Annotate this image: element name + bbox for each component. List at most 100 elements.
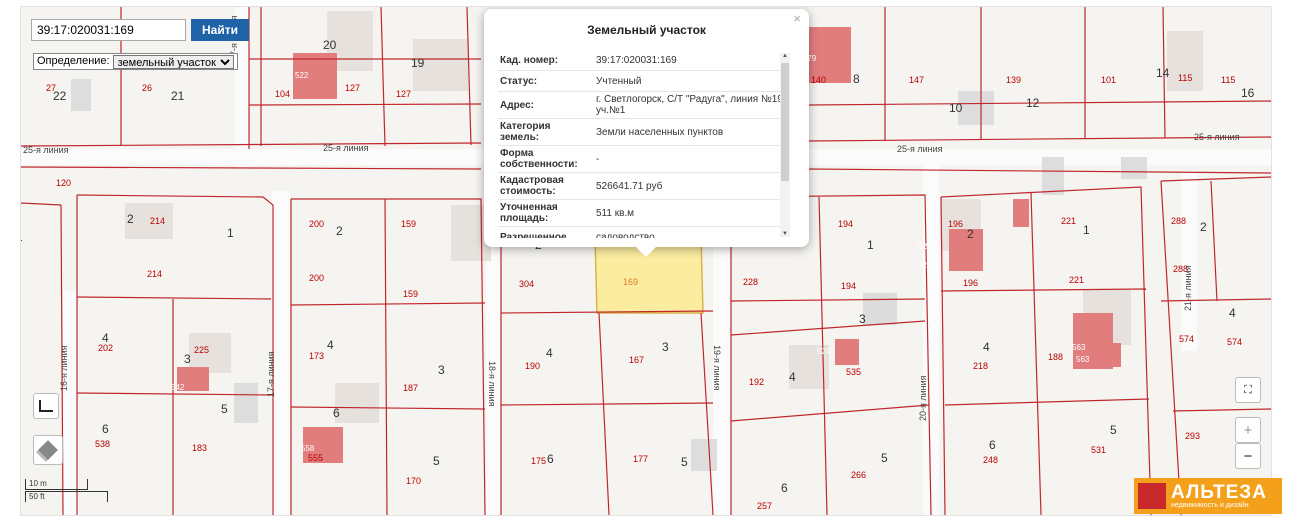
parcel-number: 574 xyxy=(1179,334,1194,344)
layers-button[interactable] xyxy=(33,435,63,465)
parcel-number: 21 xyxy=(171,89,185,103)
attribute-value: садоводство xyxy=(596,231,655,239)
parcel-number: 192 xyxy=(749,377,764,387)
street-label: 16-я линия xyxy=(59,345,69,391)
parcel-number: 6 xyxy=(989,438,996,452)
parcel-number: 140 xyxy=(811,75,826,85)
parcel-number: 293 xyxy=(1185,431,1200,441)
parcel-number: 542 xyxy=(171,383,185,392)
parcel-number: 167 xyxy=(629,355,644,365)
attribute-row: Кад. номер: 39:17:020031:169 xyxy=(498,50,790,71)
parcel-number: 188 xyxy=(1048,352,1063,362)
parcel-number: 304 xyxy=(519,279,534,289)
parcel-number: 4 xyxy=(1229,306,1236,320)
logo-mark-icon xyxy=(1138,483,1166,509)
parcel-number: 2 xyxy=(1200,220,1207,234)
parcel-number: 4 xyxy=(546,346,553,360)
parcel-number: 527 xyxy=(918,242,932,251)
parcel-number: 3 xyxy=(438,363,445,377)
attribute-row: Адрес: г. Светлогорск, С/Т "Радуга", лини… xyxy=(498,92,790,119)
parcel-number: 196 xyxy=(948,219,963,229)
parcel-number: 14 xyxy=(1156,66,1170,80)
logo-tagline: недвижимость и дизайн xyxy=(1171,501,1249,509)
attribute-value: - xyxy=(596,153,600,165)
attribute-key: Кадастровая стоимость: xyxy=(500,175,564,197)
street-label: 19-я линия xyxy=(712,345,722,391)
parcel-number: 22 xyxy=(53,89,67,103)
attribute-value: г. Светлогорск, С/Т "Радуга", линия №19,… xyxy=(596,94,786,116)
parcel-number: 3 xyxy=(184,352,191,366)
fullscreen-icon: ⛶ xyxy=(1244,383,1252,396)
ruler-button[interactable] xyxy=(33,393,59,419)
parcel-number: 214 xyxy=(150,216,165,226)
scale-metric: 10 m xyxy=(25,479,88,490)
parcel-number: 522 xyxy=(295,71,309,80)
parcel-number: 200 xyxy=(309,273,324,283)
parcel-number: 538 xyxy=(95,439,110,449)
parcel-number: 20 xyxy=(323,38,337,52)
scroll-up-icon[interactable]: ▲ xyxy=(780,53,790,59)
parcel-number: 5 xyxy=(881,451,888,465)
parcel-number: 170 xyxy=(406,476,421,486)
parcel-number: 221 xyxy=(1069,275,1084,285)
parcel-number: 147 xyxy=(909,75,924,85)
definition-selector: Определение: земельный участок xyxy=(33,53,238,70)
parcel-number: 6 xyxy=(333,406,340,420)
parcel-number: 225 xyxy=(194,345,209,355)
attribute-row: Категория земель: Земли населенных пункто… xyxy=(498,119,790,146)
popup-scrollbar[interactable]: ▲ ▼ xyxy=(780,53,790,237)
parcel-number: 3 xyxy=(662,340,669,354)
parcel-number: 120 xyxy=(56,178,71,188)
parcel-number: 524 xyxy=(817,347,831,356)
parcel-number: 2 xyxy=(127,212,134,226)
parcel-number: 127 xyxy=(396,89,411,99)
find-button[interactable]: Найти xyxy=(191,19,249,41)
attribute-row: Кадастровая стоимость: 526641.71 руб xyxy=(498,173,790,200)
parcel-number: 214 xyxy=(147,269,162,279)
parcel-number: 169 xyxy=(623,277,638,287)
attribute-value: Земли населенных пунктов xyxy=(596,126,724,138)
parcel-number: 177 xyxy=(633,454,648,464)
parcel-number: 218 xyxy=(973,361,988,371)
parcel-number: 12 xyxy=(1026,96,1040,110)
street-label: 25-я линия xyxy=(23,145,69,155)
parcel-number: 6 xyxy=(547,452,554,466)
logo-name: АЛЬТЕЗА xyxy=(1171,481,1267,503)
parcel-number: 139 xyxy=(1006,75,1021,85)
attribute-key: Категория земель: xyxy=(500,121,551,143)
street-label: 25-я линия xyxy=(323,143,369,153)
parcel-number: 248 xyxy=(983,455,998,465)
attribute-key: Статус: xyxy=(500,75,538,87)
altezа-logo: АЛЬТЕЗА недвижимость и дизайн xyxy=(1134,478,1282,514)
parcel-number: 200 xyxy=(309,219,324,229)
scroll-down-icon[interactable]: ▼ xyxy=(780,231,790,237)
parcel-number: 194 xyxy=(838,219,853,229)
cadastral-search-input[interactable] xyxy=(31,19,186,41)
street-label: 21-я линия xyxy=(1183,265,1193,311)
definition-select[interactable]: земельный участок xyxy=(112,54,234,69)
attribute-key: Кад. номер: xyxy=(500,54,559,66)
zoom-in-button[interactable]: + xyxy=(1235,417,1261,443)
parcel-number: 187 xyxy=(403,383,418,393)
attribute-key: Разрешенное xyxy=(500,231,567,239)
fullscreen-button[interactable]: ⛶ xyxy=(1235,377,1261,403)
scroll-thumb[interactable] xyxy=(781,63,789,181)
parcel-attributes-table: Кад. номер: 39:17:020031:169 Статус: Учтенн… xyxy=(498,50,790,238)
street-label: 25-я линия xyxy=(1194,132,1240,142)
parcel-number: 257 xyxy=(757,501,772,511)
parcel-number: 6 xyxy=(102,422,109,436)
attribute-row: Уточненная площадь: 511 кв.м xyxy=(498,200,790,227)
attribute-row: Форма собственности: - xyxy=(498,146,790,173)
parcel-number: 2 xyxy=(967,227,974,241)
zoom-out-button[interactable]: − xyxy=(1235,443,1261,469)
parcel-number: 1 xyxy=(21,230,23,244)
parcel-number: 196 xyxy=(963,278,978,288)
parcel-number: 4 xyxy=(327,338,334,352)
cadastral-map[interactable]: 27 22 26 21 20 522 104 127 127 19 579 140 8 147 10 139 1… xyxy=(20,6,1272,516)
attribute-value: Учтенный xyxy=(596,75,642,87)
attribute-key: Форма собственности: xyxy=(500,148,578,170)
parcel-number: 183 xyxy=(192,443,207,453)
popup-close-icon[interactable]: × xyxy=(793,11,801,26)
parcel-number: 527 xyxy=(918,261,932,270)
parcel-number: 194 xyxy=(841,281,856,291)
